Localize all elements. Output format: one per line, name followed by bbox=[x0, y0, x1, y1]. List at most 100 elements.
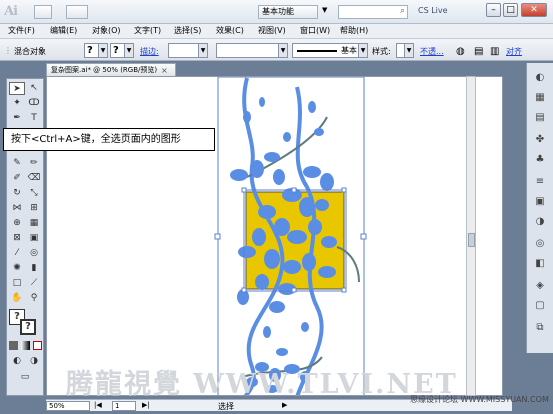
menu-effect[interactable]: 效果(C) bbox=[216, 25, 244, 36]
lasso-tool-icon[interactable]: ↀ bbox=[26, 97, 42, 110]
status-arrow-icon[interactable]: ▶ bbox=[282, 401, 287, 409]
menu-window[interactable]: 窗口(W) bbox=[300, 25, 330, 36]
eyedropper-tool-icon[interactable]: ⁄ bbox=[9, 247, 25, 260]
color-panel-icon[interactable]: ◐ bbox=[533, 71, 547, 84]
artboard-tool-icon[interactable]: □ bbox=[9, 277, 25, 290]
menu-select[interactable]: 选择(S) bbox=[174, 25, 201, 36]
transparency-panel-icon[interactable]: ◑ bbox=[533, 215, 547, 228]
page-number-field[interactable]: 1 bbox=[112, 401, 136, 411]
eraser-tool-icon[interactable]: ⌫ bbox=[26, 172, 42, 185]
none-mode-icon[interactable] bbox=[33, 341, 42, 350]
brush-definition[interactable]: 基本 ▼ bbox=[292, 43, 368, 58]
opacity-link[interactable]: 不透... bbox=[420, 46, 444, 57]
scale-tool-icon[interactable]: ⤡ bbox=[26, 187, 42, 200]
gradient-mode-icon[interactable] bbox=[21, 341, 30, 350]
recolor-artwork-icon[interactable]: ◍ bbox=[456, 46, 465, 57]
graphic-styles-panel-icon[interactable]: ◧ bbox=[533, 257, 547, 270]
panel-icon[interactable]: ▥ bbox=[490, 46, 499, 57]
align-link[interactable]: 对齐 bbox=[506, 46, 522, 57]
shape-builder-tool-icon[interactable]: ⊕ bbox=[9, 217, 25, 230]
stroke-color-icon[interactable]: ? bbox=[20, 319, 36, 335]
blob-brush-tool-icon[interactable]: ✐ bbox=[9, 172, 25, 185]
stroke-swatch[interactable]: ? ▼ bbox=[110, 43, 134, 58]
free-transform-tool-icon[interactable]: ⊞ bbox=[26, 202, 42, 215]
workspace-switcher[interactable]: 基本功能 bbox=[258, 5, 318, 19]
artboards-panel-icon[interactable]: ▢ bbox=[533, 299, 547, 312]
align-to-icon[interactable]: ▤ bbox=[474, 46, 483, 57]
menu-type[interactable]: 文字(T) bbox=[134, 25, 161, 36]
pen-tool-icon[interactable]: ✒ bbox=[9, 112, 25, 125]
search-input[interactable]: ⌕ bbox=[338, 5, 408, 19]
menu-object[interactable]: 对象(O) bbox=[92, 25, 121, 36]
menu-help[interactable]: 帮助(H) bbox=[340, 25, 368, 36]
color-guide-icon[interactable]: ▦ bbox=[533, 91, 547, 104]
pattern-artwork bbox=[214, 77, 367, 395]
stroke-weight-field[interactable]: ▼ bbox=[168, 43, 208, 58]
maximize-button[interactable]: □ bbox=[503, 3, 518, 17]
grip-icon: ⋮ bbox=[4, 46, 12, 55]
screen-mode-icon[interactable]: ▭ bbox=[17, 371, 33, 384]
paintbrush-tool-icon[interactable]: ✎ bbox=[9, 157, 25, 170]
width-tool-icon[interactable]: ⋈ bbox=[9, 202, 25, 215]
hand-tool-icon[interactable]: ✋ bbox=[9, 292, 25, 305]
graphic-style-swatch[interactable]: ▼ bbox=[396, 43, 414, 58]
object-type-label: 混合对象 bbox=[14, 47, 46, 56]
direct-selection-tool-icon[interactable]: ↖ bbox=[26, 82, 42, 95]
tools-panel: ➤ ↖ ✦ ↀ ✒ T ✎ ✏ ✐ ⌫ ↻ ⤡ ⋈ ⊞ ⊕ ▦ ⊠ ▣ ⁄ ◎ … bbox=[6, 78, 44, 396]
layers-panel-icon[interactable]: ◈ bbox=[533, 279, 547, 292]
menu-file[interactable]: 文件(F) bbox=[8, 25, 35, 36]
fill-swatch[interactable]: ? ▼ bbox=[84, 43, 108, 58]
gradient-tool-icon[interactable]: ▣ bbox=[26, 232, 42, 245]
bridge-icon[interactable] bbox=[34, 5, 52, 19]
gradient-panel-icon[interactable]: ▣ bbox=[533, 195, 547, 208]
type-tool-icon[interactable]: T bbox=[26, 112, 42, 125]
document-window: 复杂图案.ai* @ 50% (RGB/预览) × bbox=[46, 63, 512, 399]
symbols-panel-icon[interactable]: ♣ bbox=[533, 153, 547, 166]
symbol-sprayer-tool-icon[interactable]: ✺ bbox=[9, 262, 25, 275]
brushes-panel-icon[interactable]: ✤ bbox=[533, 133, 547, 146]
draw-behind-icon[interactable]: ◑ bbox=[26, 355, 42, 368]
appearance-panel-icon[interactable]: ◎ bbox=[533, 237, 547, 250]
style-label: 样式: bbox=[372, 47, 391, 56]
instruction-callout: 按下<Ctrl+A>键，全选页面内的图形 bbox=[3, 128, 215, 151]
perspective-grid-tool-icon[interactable]: ▦ bbox=[26, 217, 42, 230]
blend-tool-icon[interactable]: ◎ bbox=[26, 247, 42, 260]
application-title-bar: Ai 基本功能 ▼ ⌕ CS Live – □ ✕ bbox=[0, 0, 553, 24]
close-button[interactable]: ✕ bbox=[521, 3, 547, 17]
stroke-panel-icon[interactable]: ≡ bbox=[533, 175, 547, 188]
first-page-icon[interactable]: |◀ bbox=[94, 401, 102, 409]
variable-width-profile[interactable]: ▼ bbox=[216, 43, 288, 58]
zoom-level-field[interactable]: 50% bbox=[46, 401, 90, 411]
draw-normal-icon[interactable]: ◐ bbox=[9, 355, 25, 368]
swatches-panel-icon[interactable]: ▤ bbox=[533, 111, 547, 124]
artboard-canvas[interactable] bbox=[46, 76, 503, 396]
vertical-scrollbar[interactable] bbox=[466, 76, 476, 396]
minimize-button[interactable]: – bbox=[486, 3, 501, 17]
menu-view[interactable]: 视图(V) bbox=[258, 25, 286, 36]
cs-live-button[interactable]: CS Live bbox=[418, 6, 448, 15]
app-logo: Ai bbox=[4, 4, 18, 19]
pencil-tool-icon[interactable]: ✏ bbox=[26, 157, 42, 170]
stroke-link[interactable]: 描边: bbox=[140, 46, 159, 57]
mesh-tool-icon[interactable]: ⊠ bbox=[9, 232, 25, 245]
column-graph-tool-icon[interactable]: ▮ bbox=[26, 262, 42, 275]
document-tab[interactable]: 复杂图案.ai* @ 50% (RGB/预览) × bbox=[46, 63, 176, 76]
control-panel: ⋮ 混合对象 ? ▼ ? ▼ 描边: ▼ ▼ 基本 ▼ 样式: ▼ 不透... ◍ … bbox=[0, 38, 553, 61]
watermark-brand: 腾龍視覺 WWW.TLVI.NET bbox=[66, 369, 458, 400]
arrange-documents-icon[interactable] bbox=[66, 5, 88, 19]
scrollbar-thumb[interactable] bbox=[468, 233, 475, 247]
rotate-tool-icon[interactable]: ↻ bbox=[9, 187, 25, 200]
status-selection-label: 选择 bbox=[218, 402, 234, 411]
selection-tool-icon[interactable]: ➤ bbox=[9, 82, 25, 95]
artwork bbox=[214, 77, 367, 395]
magic-wand-tool-icon[interactable]: ✦ bbox=[9, 97, 25, 110]
last-page-icon[interactable]: ▶| bbox=[142, 401, 150, 409]
slice-tool-icon[interactable]: ⟋ bbox=[26, 277, 42, 290]
menu-bar: 文件(F) 编辑(E) 对象(O) 文字(T) 选择(S) 效果(C) 视图(V… bbox=[0, 24, 553, 38]
watermark-site: 思缘设计论坛 WWW.MISSYUAN.COM bbox=[410, 395, 549, 404]
menu-edit[interactable]: 编辑(E) bbox=[50, 25, 77, 36]
color-mode-icon[interactable] bbox=[9, 341, 18, 350]
chevron-down-icon[interactable]: ▼ bbox=[322, 6, 327, 14]
zoom-tool-icon[interactable]: ⚲ bbox=[26, 292, 42, 305]
navigator-panel-icon[interactable]: ⧉ bbox=[533, 321, 547, 334]
